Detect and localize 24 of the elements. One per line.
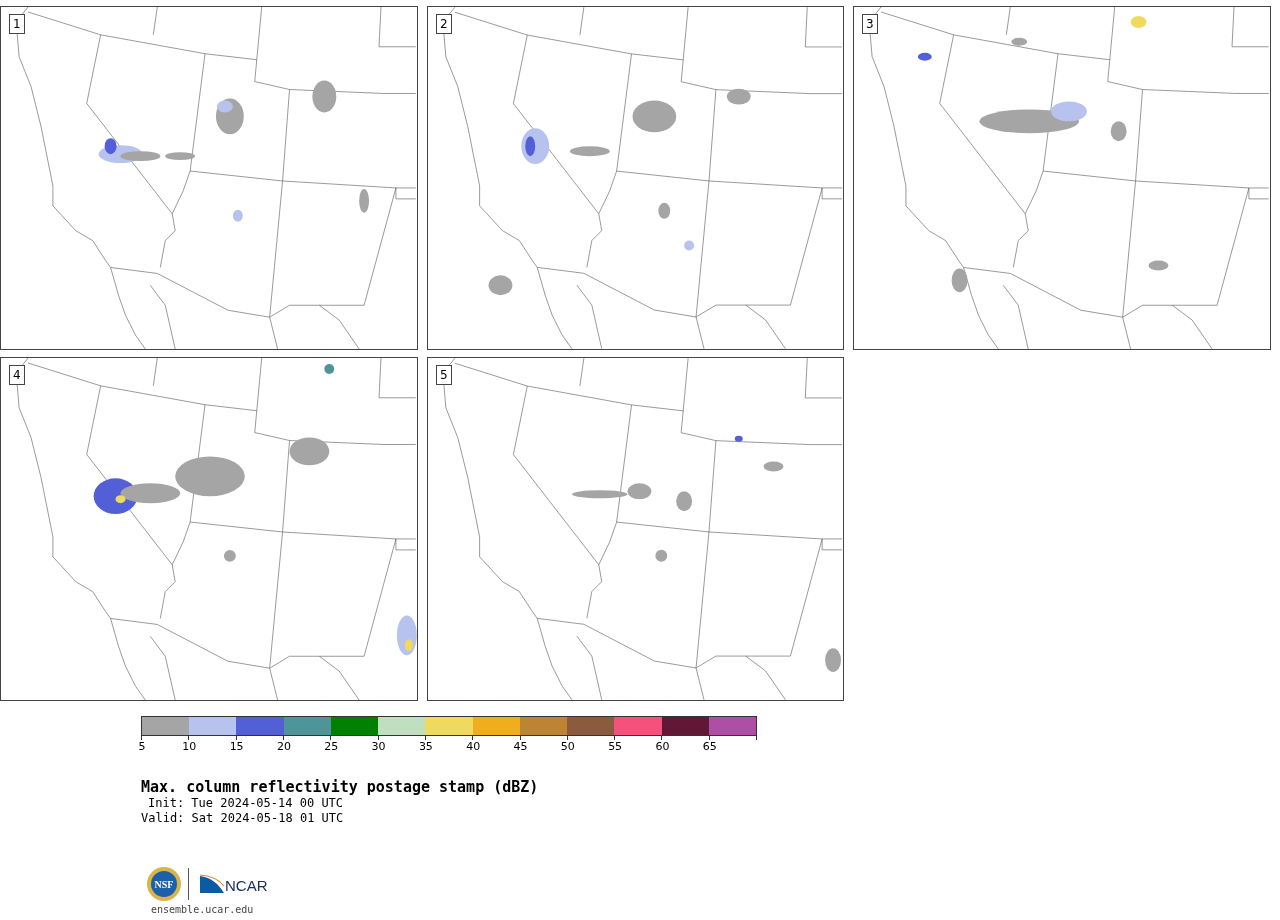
panel-number: 5 <box>436 365 452 385</box>
ncar-logo: NCAR <box>199 874 268 894</box>
init-time: Init: Tue 2024-05-14 00 UTC <box>147 796 345 811</box>
tick-label: 45 <box>513 740 528 753</box>
tick-label: 30 <box>371 740 386 753</box>
tick-label: 10 <box>182 740 197 753</box>
tick-label: 35 <box>418 740 433 753</box>
tick-label: 40 <box>466 740 481 753</box>
tick-label: 15 <box>229 740 244 753</box>
tick-label: 25 <box>324 740 339 753</box>
nsf-logo: NSF <box>146 866 182 902</box>
website-url: ensemble.ucar.edu <box>150 904 255 916</box>
tick-label: 55 <box>608 740 623 753</box>
panel-number: 3 <box>862 14 878 34</box>
tick-label: 60 <box>655 740 670 753</box>
tick-label: 5 <box>138 740 146 753</box>
chart-title: Max. column reflectivity postage stamp (dBZ) <box>141 778 540 796</box>
valid-time: Valid: Sat 2024-05-18 01 UTC <box>141 811 345 826</box>
tick-label: 65 <box>702 740 717 753</box>
tick-label: 50 <box>560 740 575 753</box>
panel-number: 1 <box>9 14 25 34</box>
panel-number: 4 <box>9 365 25 385</box>
panel-number: 2 <box>436 14 452 34</box>
tick-label: 20 <box>276 740 291 753</box>
